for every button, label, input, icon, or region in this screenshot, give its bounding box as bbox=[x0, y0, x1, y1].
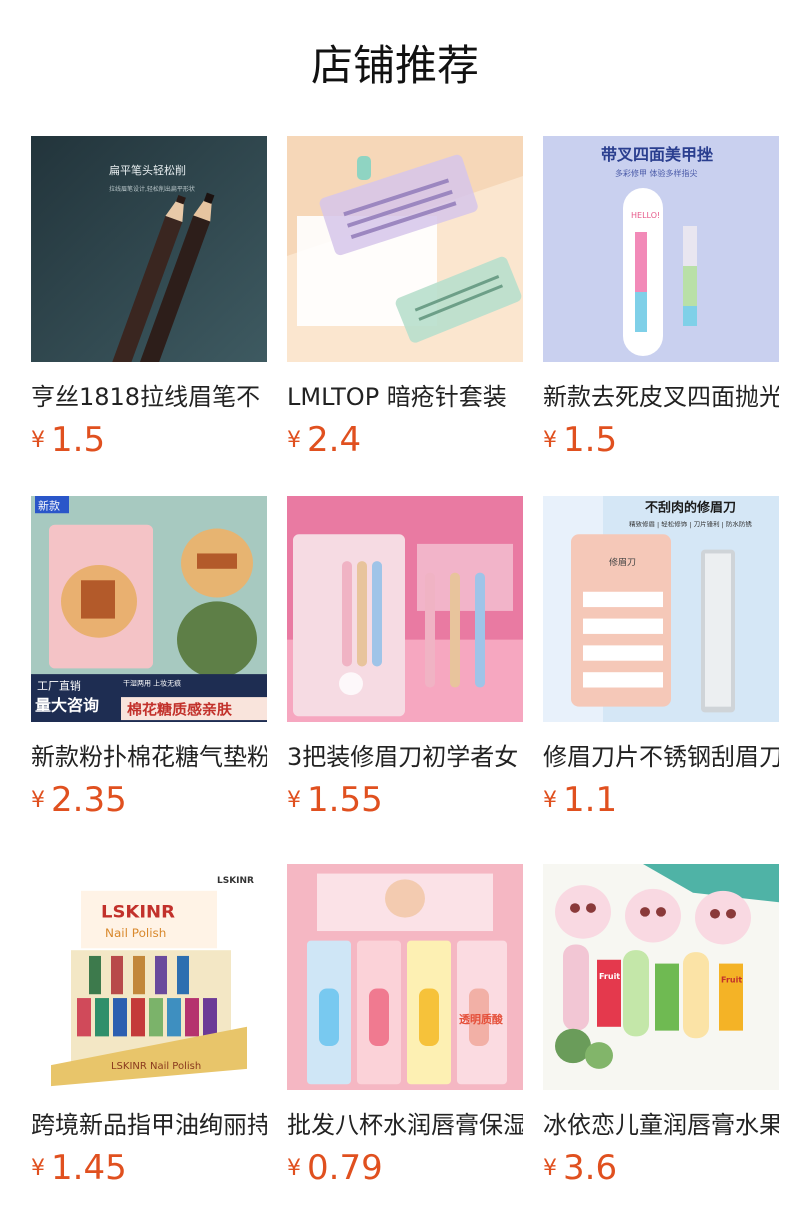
product-name[interactable]: 冰依恋儿童润唇膏水果味 bbox=[543, 1108, 779, 1142]
product-card[interactable]: 新款 工厂直销 干湿两用 上妆无痕 量大咨询 棉花糖质感亲肤 新款粉扑棉花糖气垫… bbox=[31, 496, 267, 820]
currency-symbol: ¥ bbox=[287, 1155, 301, 1181]
brand-text: LSKINR bbox=[217, 876, 254, 886]
product-price: ¥1.5 bbox=[543, 420, 779, 460]
image-tag: 量大咨询 bbox=[35, 696, 99, 715]
price-value: 0.79 bbox=[307, 1148, 383, 1188]
product-card[interactable]: 扁平笔头轻松削 拉线眉笔设计,轻松削出扁平形状 亨丝1818拉线眉笔不 ¥1.5 bbox=[31, 136, 267, 460]
product-image[interactable]: 不刮肉的修眉刀 精致修眉 | 轻松修饰 | 刀片锋利 | 防水防锈 修眉刀 bbox=[543, 496, 779, 722]
box-label: LSKINR Nail Polish bbox=[111, 1061, 201, 1072]
section-title: 店铺推荐 bbox=[310, 41, 479, 90]
product-image[interactable] bbox=[287, 136, 523, 362]
price-value: 2.4 bbox=[307, 420, 362, 460]
price-value: 3.6 bbox=[563, 1148, 618, 1188]
image-headline: LSKINR bbox=[101, 903, 175, 923]
product-image[interactable]: 透明质酸 bbox=[287, 864, 523, 1090]
product-name[interactable]: 亨丝1818拉线眉笔不 bbox=[31, 380, 267, 414]
product-card[interactable]: 不刮肉的修眉刀 精致修眉 | 轻松修饰 | 刀片锋利 | 防水防锈 修眉刀 修眉… bbox=[543, 496, 779, 820]
image-slogan: 透明质酸 bbox=[459, 1013, 503, 1026]
product-image[interactable]: 带叉四面美甲挫 多彩修甲 体验多样指尖 HELLO! bbox=[543, 136, 779, 362]
product-image[interactable] bbox=[287, 496, 523, 722]
image-subtext: Nail Polish bbox=[105, 926, 166, 940]
product-card[interactable]: Fruit Fruit 冰依恋儿童润唇膏水果味 ¥3.6 bbox=[543, 864, 779, 1188]
image-subtext: 拉线眉笔设计,轻松削出扁平形状 bbox=[109, 185, 195, 193]
product-card[interactable]: LSKINR LSKINR Nail Polish LSKINR Nail Po… bbox=[31, 864, 267, 1188]
price-value: 2.35 bbox=[51, 780, 127, 820]
product-price: ¥1.5 bbox=[31, 420, 267, 460]
product-name[interactable]: LMLTOP 暗疮针套装 bbox=[287, 380, 523, 414]
product-price: ¥2.4 bbox=[287, 420, 523, 460]
price-value: 1.1 bbox=[563, 780, 618, 820]
product-card[interactable]: LMLTOP 暗疮针套装 ¥2.4 bbox=[287, 136, 523, 460]
image-subtext: 干湿两用 上妆无痕 bbox=[123, 679, 181, 688]
product-image[interactable]: LSKINR LSKINR Nail Polish LSKINR Nail Po… bbox=[31, 864, 267, 1090]
product-price: ¥2.35 bbox=[31, 780, 267, 820]
image-tag: 工厂直销 bbox=[37, 680, 81, 693]
price-value: 1.5 bbox=[51, 420, 106, 460]
product-name[interactable]: 新款粉扑棉花糖气垫粉扑 bbox=[31, 740, 267, 774]
product-name[interactable]: 修眉刀片不锈钢刮眉刀 bbox=[543, 740, 779, 774]
pack-label: Fruit bbox=[599, 972, 620, 981]
product-price: ¥3.6 bbox=[543, 1148, 779, 1188]
product-name[interactable]: 3把装修眉刀初学者女 bbox=[287, 740, 523, 774]
currency-symbol: ¥ bbox=[31, 787, 45, 813]
product-name[interactable]: 新款去死皮叉四面抛光 bbox=[543, 380, 779, 414]
product-price: ¥1.1 bbox=[543, 780, 779, 820]
package-label: 修眉刀 bbox=[609, 556, 636, 568]
product-price: ¥0.79 bbox=[287, 1148, 523, 1188]
price-value: 1.5 bbox=[563, 420, 618, 460]
currency-symbol: ¥ bbox=[287, 787, 301, 813]
currency-symbol: ¥ bbox=[31, 1155, 45, 1181]
product-image[interactable]: Fruit Fruit bbox=[543, 864, 779, 1090]
image-subtext: 精致修眉 | 轻松修饰 | 刀片锋利 | 防水防锈 bbox=[629, 520, 753, 529]
price-value: 1.45 bbox=[51, 1148, 127, 1188]
product-card[interactable]: 带叉四面美甲挫 多彩修甲 体验多样指尖 HELLO! 新款去死皮叉四面抛光 ¥1… bbox=[543, 136, 779, 460]
image-slogan: 棉花糖质感亲肤 bbox=[127, 701, 232, 719]
product-image[interactable]: 扁平笔头轻松削 拉线眉笔设计,轻松削出扁平形状 bbox=[31, 136, 267, 362]
pack-label: Fruit bbox=[721, 976, 742, 985]
product-price: ¥1.55 bbox=[287, 780, 523, 820]
image-headline: 扁平笔头轻松削 bbox=[109, 163, 186, 177]
product-image[interactable]: 新款 工厂直销 干湿两用 上妆无痕 量大咨询 棉花糖质感亲肤 bbox=[31, 496, 267, 722]
price-value: 1.55 bbox=[307, 780, 383, 820]
new-badge: 新款 bbox=[38, 500, 60, 513]
image-logo: HELLO! bbox=[631, 211, 660, 220]
currency-symbol: ¥ bbox=[287, 427, 301, 453]
currency-symbol: ¥ bbox=[543, 1155, 557, 1181]
product-name[interactable]: 跨境新品指甲油绚丽持久 bbox=[31, 1108, 267, 1142]
currency-symbol: ¥ bbox=[31, 427, 45, 453]
image-headline: 带叉四面美甲挫 bbox=[601, 145, 713, 164]
product-card[interactable]: 透明质酸 批发八杯水润唇膏保湿 ¥0.79 bbox=[287, 864, 523, 1188]
product-price: ¥1.45 bbox=[31, 1148, 267, 1188]
product-name[interactable]: 批发八杯水润唇膏保湿 bbox=[287, 1108, 523, 1142]
currency-symbol: ¥ bbox=[543, 787, 557, 813]
currency-symbol: ¥ bbox=[543, 427, 557, 453]
image-subtext: 多彩修甲 体验多样指尖 bbox=[615, 168, 698, 178]
image-headline: 不刮肉的修眉刀 bbox=[645, 500, 736, 515]
product-card[interactable]: 3把装修眉刀初学者女 ¥1.55 bbox=[287, 496, 523, 820]
